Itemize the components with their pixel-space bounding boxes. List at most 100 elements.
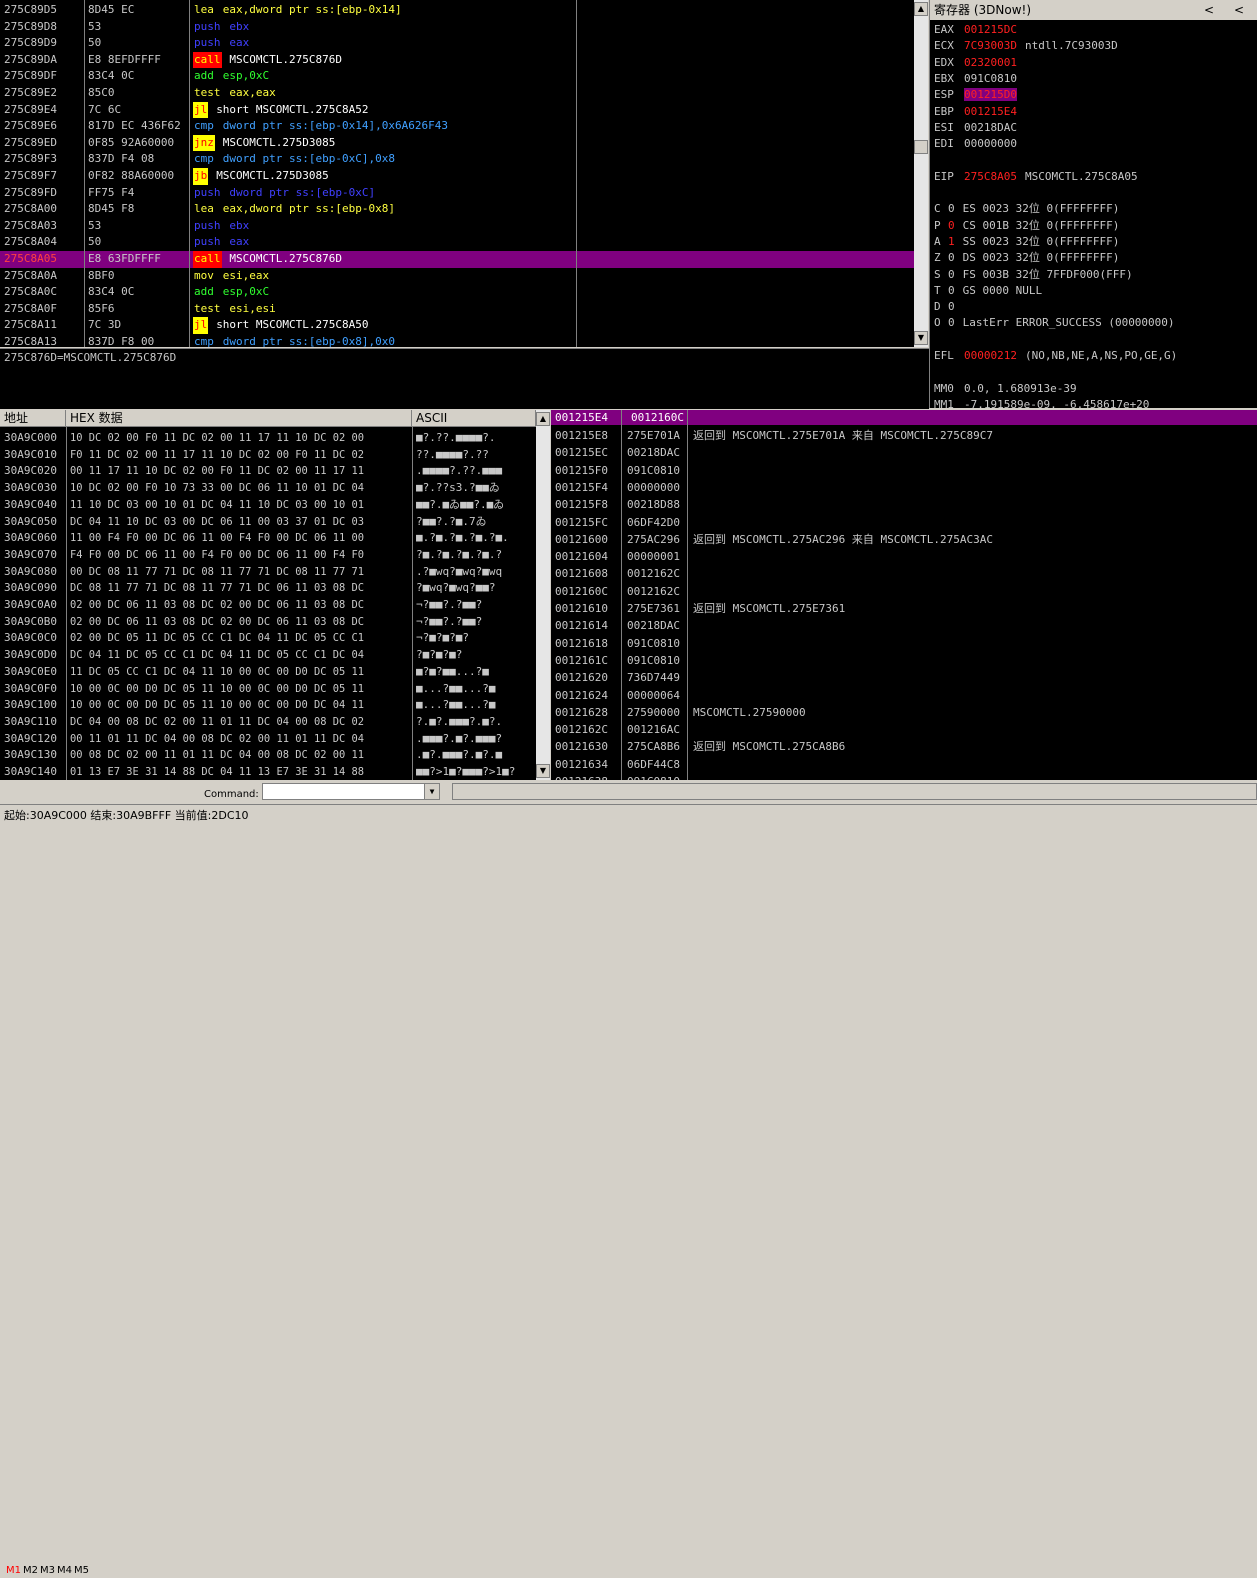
stack-row[interactable]: 00121630 275CA8B6 返回到 MSCOMCTL.275CA8B6 — [551, 738, 1257, 755]
disasm-row[interactable]: 275C89E4 7C 6C jl short MSCOMCTL.275C8A52 — [0, 101, 914, 119]
dump-row[interactable]: 30A9C140 01 13 E7 3E 31 14 88 DC 04 11 13… — [0, 764, 536, 780]
register-row[interactable] — [934, 332, 956, 348]
register-row[interactable] — [934, 185, 956, 201]
register-row[interactable]: ECX 7C93003D ntdll.7C93003D — [934, 38, 1118, 54]
stack-row[interactable]: 001215E8 275E701A 返回到 MSCOMCTL.275E701A 来自… — [551, 427, 1257, 444]
disasm-row[interactable]: 275C89DA E8 8EFDFFFF call MSCOMCTL.275C876D — [0, 51, 914, 69]
dump-row[interactable]: 30A9C120 00 11 01 11 DC 04 00 08 DC 02 00… — [0, 731, 536, 748]
disasm-row[interactable]: 275C8A00 8D45 F8 lea eax,dword ptr ss:[ebp-… — [0, 201, 914, 218]
disasm-row[interactable]: 275C89FD FF75 F4 push dword ptr ss:[ebp-0xC… — [0, 185, 914, 202]
dump-row[interactable]: 30A9C0A0 02 00 DC 06 11 03 08 DC 02 00 DC… — [0, 597, 536, 614]
dump-row[interactable]: 30A9C000 10 DC 02 00 F0 11 DC 02 00 11 17… — [0, 430, 536, 447]
disasm-row[interactable]: 275C89D8 53 push ebx — [0, 19, 914, 36]
register-row[interactable]: EBX 091C0810 — [934, 71, 1025, 87]
stack-row[interactable]: 00121618 091C0810 — [551, 635, 1257, 652]
register-row[interactable]: A 1 SS 0023 32位 0(FFFFFFFF) — [934, 234, 1119, 250]
register-row[interactable]: ESP 001215D0 — [934, 87, 1025, 103]
disasm-row[interactable]: 275C8A04 50 push eax — [0, 234, 914, 251]
stack-row[interactable]: 001215F8 00218D88 — [551, 496, 1257, 513]
register-row[interactable]: EDI 00000000 — [934, 136, 1025, 152]
disassembly-pane[interactable]: 275C89D5 8D45 EC lea eax,dword ptr ss:[ebp-… — [0, 0, 914, 347]
dump-row[interactable]: 30A9C130 00 08 DC 02 00 11 01 11 DC 04 00… — [0, 747, 536, 764]
stack-row[interactable]: 00121614 00218DAC — [551, 617, 1257, 634]
dump-row[interactable]: 30A9C070 F4 F0 00 DC 06 11 00 F4 F0 00 DC… — [0, 547, 536, 564]
register-row[interactable]: EFL 00000212 (NO,NB,NE,A,NS,PO,GE,G) — [934, 348, 1177, 364]
disasm-row[interactable]: 275C8A13 837D F8 00 cmp dword ptr ss:[ebp-0… — [0, 334, 914, 347]
disasm-row[interactable]: 275C89E6 817D EC 436F62 cmp dword ptr ss:[e… — [0, 118, 914, 135]
stack-top-row[interactable]: 001215E4 0012160C — [551, 410, 1257, 425]
stack-row[interactable]: 00121634 06DF44C8 — [551, 756, 1257, 773]
memory-tab-m4[interactable]: M4 — [57, 1564, 72, 1578]
disasm-row[interactable]: 275C8A0F 85F6 test esi,esi — [0, 301, 914, 318]
memory-tab-m1[interactable]: M1 — [6, 1564, 21, 1578]
dump-row[interactable]: 30A9C080 00 DC 08 11 77 71 DC 08 11 77 71… — [0, 564, 536, 581]
registers-next-button[interactable]: < — [1234, 0, 1244, 20]
stack-row[interactable]: 001215F0 091C0810 — [551, 462, 1257, 479]
disasm-row[interactable]: 275C8A0A 8BF0 mov esi,eax — [0, 268, 914, 285]
stack-row[interactable]: 0012161C 091C0810 — [551, 652, 1257, 669]
command-dropdown-button[interactable]: ▼ — [424, 784, 439, 799]
dump-header-address[interactable]: 地址 — [0, 410, 66, 427]
dump-row[interactable]: 30A9C0C0 02 00 DC 05 11 DC 05 CC C1 DC 04… — [0, 630, 536, 647]
dump-row[interactable]: 30A9C0D0 DC 04 11 DC 05 CC C1 DC 04 11 DC… — [0, 647, 536, 664]
register-row[interactable]: EIP 275C8A05 MSCOMCTL.275C8A05 — [934, 169, 1138, 185]
memory-tab-m3[interactable]: M3 — [40, 1564, 55, 1578]
disasm-row[interactable]: 275C89F7 0F82 88A60000 jb MSCOMCTL.275D3085 — [0, 168, 914, 185]
disassembly-scrollbar[interactable]: ▲ ▼ — [914, 0, 928, 347]
register-row[interactable]: S 0 FS 003B 32位 7FFDF000(FFF) — [934, 267, 1133, 283]
disasm-row[interactable]: 275C89ED 0F85 92A60000 jnz MSCOMCTL.275D308… — [0, 134, 914, 152]
disasm-row[interactable]: 275C8A03 53 push ebx — [0, 218, 914, 235]
dump-row[interactable]: 30A9C030 10 DC 02 00 F0 10 73 33 00 DC 06… — [0, 480, 536, 497]
scroll-down-icon[interactable]: ▼ — [914, 331, 928, 345]
register-row[interactable]: Z 0 DS 0023 32位 0(FFFFFFFF) — [934, 250, 1119, 266]
dump-row[interactable]: 30A9C020 00 11 17 11 10 DC 02 00 F0 11 DC… — [0, 463, 536, 480]
dump-row[interactable]: 30A9C0F0 10 00 0C 00 D0 DC 05 11 10 00 0C… — [0, 681, 536, 698]
disasm-row[interactable]: 275C8A05 E8 63FDFFFF call MSCOMCTL.275C876D — [0, 251, 914, 268]
dump-row[interactable]: 30A9C0B0 02 00 DC 06 11 03 08 DC 02 00 DC… — [0, 614, 536, 631]
disasm-row[interactable]: 275C89D5 8D45 EC lea eax,dword ptr ss:[ebp-… — [0, 2, 914, 19]
registers-pane[interactable]: 寄存器 (3DNow!) < < EAX 001215DC ECX 7C93003D n… — [929, 0, 1257, 408]
register-row[interactable]: C 0 ES 0023 32位 0(FFFFFFFF) — [934, 201, 1119, 217]
register-row[interactable]: EBP 001215E4 — [934, 104, 1025, 120]
dump-pane[interactable]: 地址 HEX 数据 ASCII 30A9C000 10 DC 02 00 F0 1… — [0, 410, 536, 780]
registers-prev-button[interactable]: < — [1204, 0, 1214, 20]
dump-row[interactable]: 30A9C090 DC 08 11 77 71 DC 08 11 77 71 DC… — [0, 580, 536, 597]
scroll-up-icon[interactable]: ▲ — [536, 412, 550, 426]
register-row[interactable]: MM1 -7.191589e-09, -6.458617e+20 — [934, 397, 1149, 408]
stack-row[interactable]: 0012160C 0012162C — [551, 583, 1257, 600]
stack-row[interactable]: 001215F4 00000000 — [551, 479, 1257, 496]
dump-scrollbar[interactable]: ▲ ▼ — [536, 410, 550, 780]
memory-tab-m5[interactable]: M5 — [74, 1564, 89, 1578]
dump-row[interactable]: 30A9C040 11 10 DC 03 00 10 01 DC 04 11 10… — [0, 497, 536, 514]
register-row[interactable]: ESI 00218DAC — [934, 120, 1025, 136]
stack-pane[interactable]: 001215E4 0012160C 001215E8 275E701A 返回到 MS… — [551, 410, 1257, 780]
dump-row[interactable]: 30A9C010 F0 11 DC 02 00 11 17 11 10 DC 02… — [0, 447, 536, 464]
disasm-row[interactable]: 275C89E2 85C0 test eax,eax — [0, 85, 914, 102]
disasm-row[interactable]: 275C8A11 7C 3D jl short MSCOMCTL.275C8A50 — [0, 317, 914, 334]
register-row[interactable]: T 0 GS 0000 NULL — [934, 283, 1042, 299]
register-row[interactable]: O 0 LastErr ERROR_SUCCESS (00000000) — [934, 315, 1175, 331]
stack-row[interactable]: 00121600 275AC296 返回到 MSCOMCTL.275AC296 来自… — [551, 531, 1257, 548]
dump-header-ascii[interactable]: ASCII — [412, 410, 536, 427]
stack-row[interactable]: 00121638 091C0810 — [551, 773, 1257, 780]
stack-row[interactable]: 00121608 0012162C — [551, 565, 1257, 582]
scroll-up-icon[interactable]: ▲ — [914, 2, 928, 16]
dump-row[interactable]: 30A9C100 10 00 0C 00 D0 DC 05 11 10 00 0C… — [0, 697, 536, 714]
memory-tab-m2[interactable]: M2 — [23, 1564, 38, 1578]
disasm-row[interactable]: 275C89F3 837D F4 08 cmp dword ptr ss:[ebp-0… — [0, 151, 914, 168]
stack-row[interactable]: 001215FC 06DF42D0 — [551, 514, 1257, 531]
command-input[interactable]: ▼ — [262, 783, 440, 800]
register-row[interactable]: D0 — [934, 299, 963, 315]
disasm-row[interactable]: 275C89DF 83C4 0C add esp,0xC — [0, 68, 914, 85]
dump-row[interactable]: 30A9C060 11 00 F4 F0 00 DC 06 11 00 F4 F0… — [0, 530, 536, 547]
dump-row[interactable]: 30A9C0E0 11 DC 05 CC C1 DC 04 11 10 00 0C… — [0, 664, 536, 681]
stack-row[interactable]: 00121624 00000064 — [551, 687, 1257, 704]
register-row[interactable]: MM0 0.0, 1.680913e-39 — [934, 381, 1077, 397]
disasm-row[interactable]: 275C8A0C 83C4 0C add esp,0xC — [0, 284, 914, 301]
register-row[interactable] — [934, 364, 956, 380]
stack-row[interactable]: 001215EC 00218DAC — [551, 444, 1257, 461]
register-row[interactable] — [934, 152, 956, 168]
register-row[interactable]: EAX 001215DC — [934, 22, 1025, 38]
stack-row[interactable]: 00121628 27590000 MSCOMCTL.27590000 — [551, 704, 1257, 721]
dump-row[interactable]: 30A9C050 DC 04 11 10 DC 03 00 DC 06 11 00… — [0, 514, 536, 531]
